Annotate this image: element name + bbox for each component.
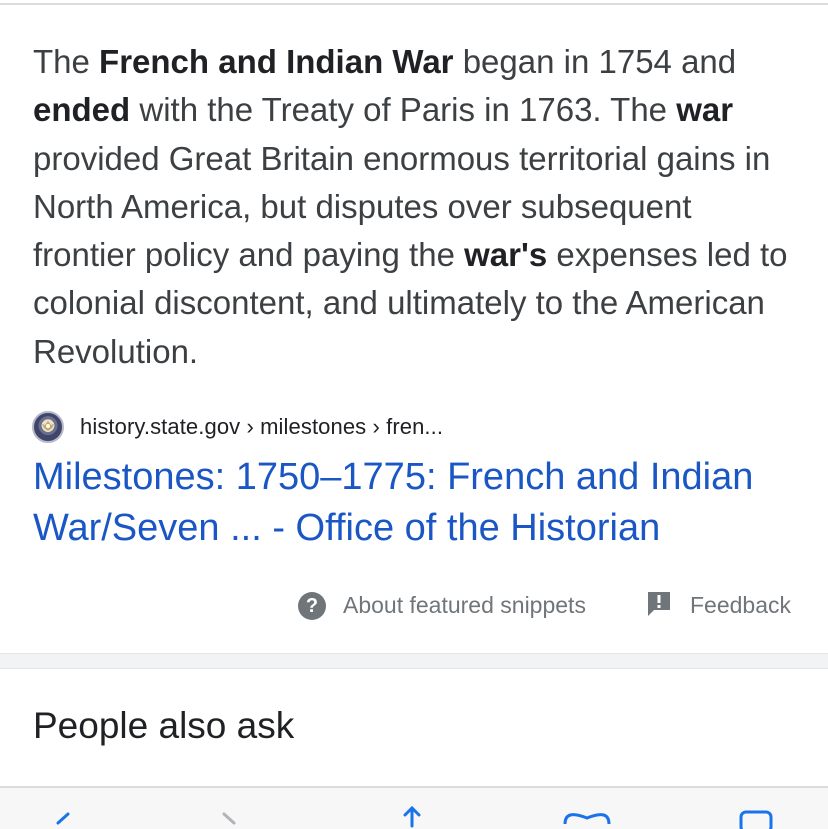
result-title-link[interactable]: Milestones: 1750–1775: French and Indian… bbox=[33, 452, 813, 554]
snippet-bold-term: war bbox=[676, 91, 734, 129]
help-circle-icon[interactable]: ? bbox=[298, 592, 326, 620]
snippet-text-segment: with the Treaty of Paris in 1763. The bbox=[130, 91, 677, 129]
forward-arrow-icon[interactable] bbox=[216, 812, 240, 829]
browser-toolbar bbox=[0, 788, 828, 829]
about-featured-snippets-link[interactable]: About featured snippets bbox=[343, 592, 586, 619]
snippet-bold-term: war's bbox=[464, 236, 548, 274]
people-also-ask-heading: People also ask bbox=[33, 705, 295, 746]
share-icon[interactable] bbox=[398, 806, 426, 829]
tabs-icon[interactable] bbox=[738, 808, 774, 829]
snippet-text-segment: began in 1754 and bbox=[453, 43, 737, 80]
section-separator bbox=[0, 653, 828, 669]
feedback-link[interactable]: Feedback bbox=[690, 592, 791, 619]
snippet-bold-term: ended bbox=[33, 91, 131, 129]
bookmarks-icon[interactable] bbox=[562, 808, 612, 829]
state-department-seal-icon bbox=[32, 411, 64, 443]
snippet-footer: ? About featured snippets Feedback bbox=[0, 588, 828, 624]
snippet-bold-term: French and Indian War bbox=[99, 43, 454, 80]
feedback-icon[interactable] bbox=[646, 590, 672, 618]
source-breadcrumb[interactable]: history.state.gov › milestones › fren... bbox=[80, 414, 443, 440]
back-arrow-icon[interactable] bbox=[52, 812, 76, 829]
featured-snippet-text: The French and Indian War began in 1754 … bbox=[33, 38, 803, 376]
top-divider bbox=[0, 3, 828, 5]
source-row[interactable]: history.state.gov › milestones › fren... bbox=[32, 410, 443, 444]
snippet-text-segment: The bbox=[33, 43, 100, 80]
